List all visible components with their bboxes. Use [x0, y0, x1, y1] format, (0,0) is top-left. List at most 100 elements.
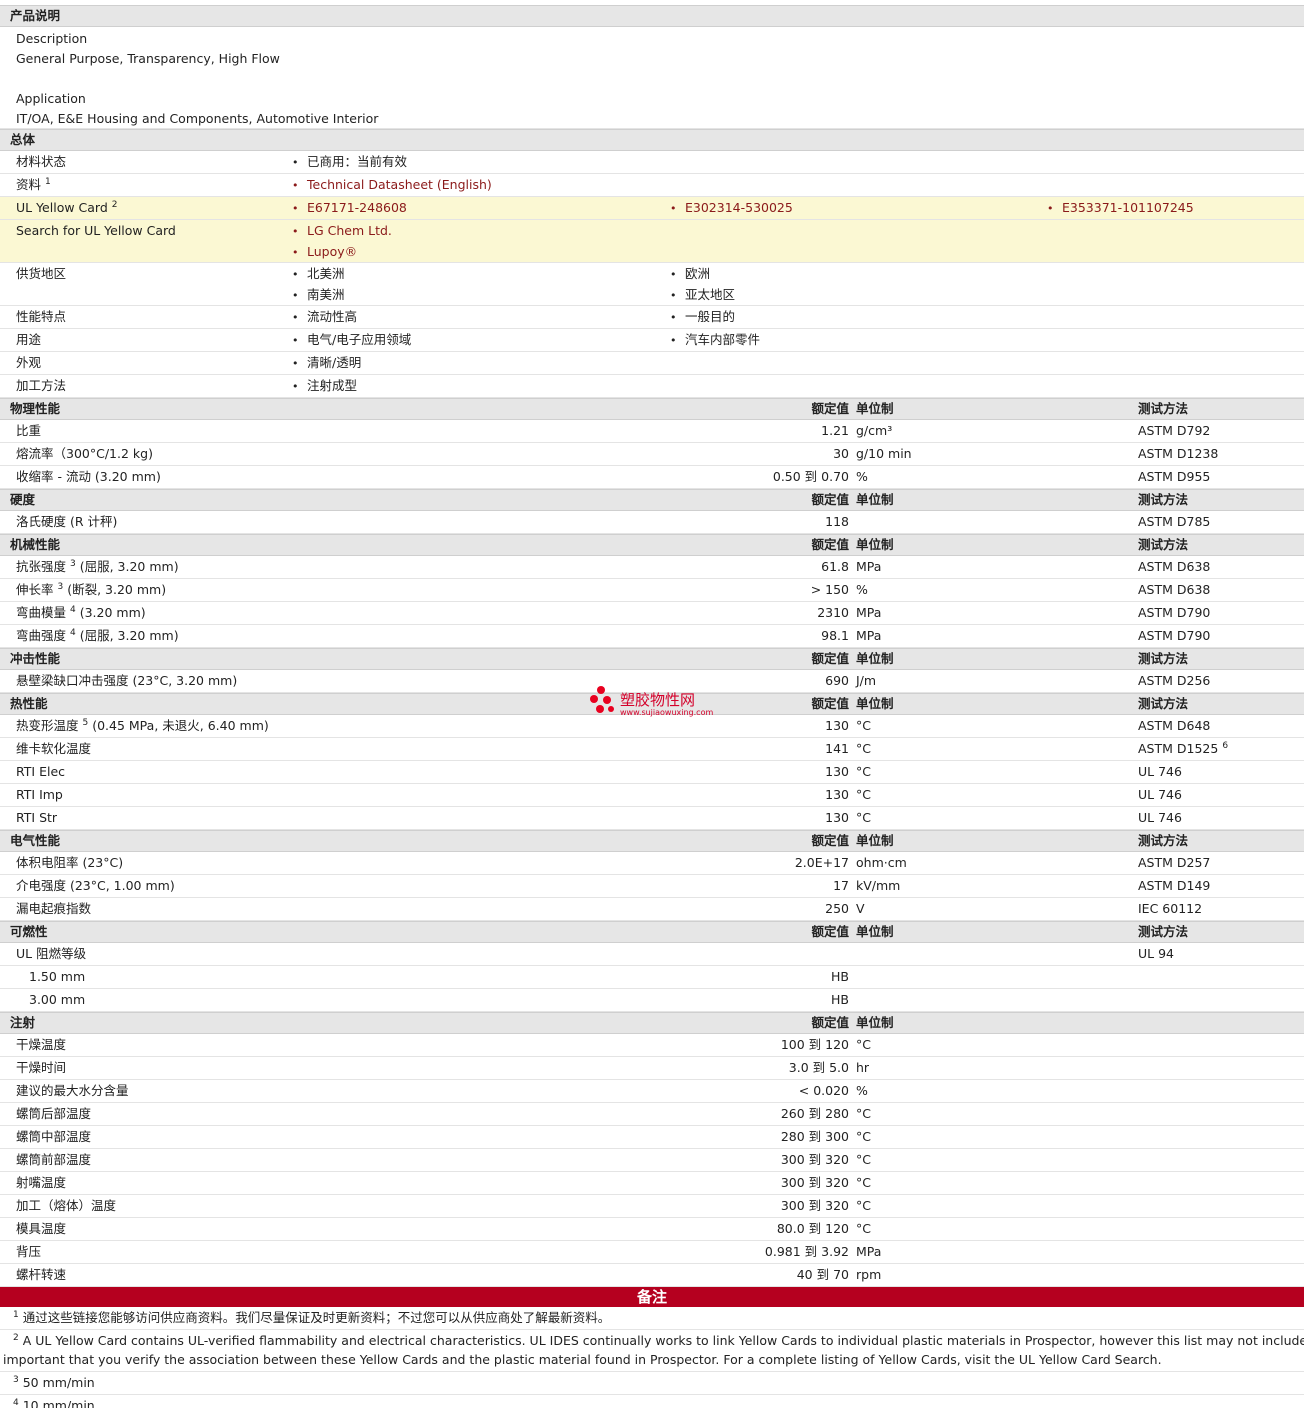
header-test: 测试方法: [1138, 537, 1189, 552]
header-nominal: 额定值: [811, 492, 849, 507]
property-value: 0.981 到 3.92: [764, 1244, 849, 1259]
property-condition: (屈服, 3.20 mm): [79, 628, 179, 643]
feature-item: 流动性高: [292, 309, 357, 324]
property-value: 118: [825, 514, 849, 529]
section-title: 总体: [10, 132, 36, 147]
property-test: ASTM D256: [1138, 673, 1211, 688]
feature-item: 一般目的: [670, 309, 735, 324]
datasheet-page: 产品说明 Description General Purpose, Transp…: [0, 0, 1304, 1408]
property-unit: °C: [856, 764, 871, 779]
property-label: 背压: [16, 1244, 42, 1259]
header-unit: 单位制: [856, 492, 894, 507]
footnote-text: 50 mm/min: [22, 1375, 95, 1390]
property-value: < 0.020: [798, 1083, 849, 1098]
header-unit: 单位制: [856, 833, 894, 848]
property-row: 螺筒后部温度 260 到 280 °C: [0, 1103, 1304, 1126]
property-label: 加工（熔体）温度: [16, 1198, 117, 1213]
section-title: 产品说明: [10, 8, 61, 23]
property-unit: g/10 min: [856, 446, 912, 461]
ul-card-link[interactable]: E302314-530025: [670, 200, 793, 215]
property-row: 维卡软化温度 141 °C ASTM D1525 6: [0, 738, 1304, 761]
technical-datasheet-link[interactable]: Technical Datasheet (English): [292, 177, 492, 192]
property-row: 建议的最大水分含量 < 0.020%: [0, 1080, 1304, 1103]
footnote: 3 50 mm/min: [0, 1372, 1304, 1395]
footnote-ref: 3: [70, 558, 76, 569]
property-value: 260 到 280: [780, 1106, 849, 1121]
property-condition: (3.20 mm): [79, 605, 146, 620]
ul-card-link[interactable]: E353371-101107245: [1047, 200, 1194, 215]
row-appearance: 外观 清晰/透明: [0, 352, 1304, 375]
row-label: 材料状态: [16, 154, 67, 169]
property-label: UL 阻燃等级: [16, 946, 87, 961]
property-test: IEC 60112: [1138, 901, 1203, 916]
property-value: 40 到 70: [796, 1267, 849, 1282]
ul-card-link[interactable]: E67171-248608: [292, 200, 407, 215]
row-label: 用途: [16, 332, 42, 347]
property-unit: rpm: [856, 1267, 882, 1282]
watermark-logo: 塑胶物性网 www.sujiaowuxing.com: [590, 686, 730, 722]
property-unit: %: [856, 469, 868, 484]
property-test: UL 746: [1138, 787, 1182, 802]
supplier-link[interactable]: LG Chem Ltd.: [292, 221, 392, 242]
property-test: UL 746: [1138, 810, 1182, 825]
footnote-ref: 4: [70, 604, 76, 615]
section-hardness: 硬度 额定值 单位制 测试方法: [0, 489, 1304, 511]
property-test: ASTM D785: [1138, 514, 1211, 529]
use-item: 电气/电子应用领域: [292, 332, 411, 347]
property-row: 模具温度 80.0 到 120 °C: [0, 1218, 1304, 1241]
section-title: 注射: [10, 1015, 36, 1030]
section-physical: 物理性能 额定值 单位制 测试方法: [0, 398, 1304, 420]
header-unit: 单位制: [856, 401, 894, 416]
row-label: 资料: [16, 177, 42, 192]
footnote: 1 通过这些链接您能够访问供应商资料。我们尽量保证及时更新资料；不过您可以从供应…: [0, 1307, 1304, 1330]
brand-link[interactable]: Lupoy®: [292, 242, 392, 263]
region-item: 欧洲: [670, 264, 735, 285]
appearance-item: 清晰/透明: [292, 355, 361, 370]
description-value: General Purpose, Transparency, High Flow: [16, 51, 280, 66]
property-label: 维卡软化温度: [16, 741, 92, 756]
property-label: 弯曲模量: [16, 605, 67, 620]
property-label: 螺杆转速: [16, 1267, 67, 1282]
property-unit: MPa: [856, 1244, 882, 1259]
header-test: 测试方法: [1138, 492, 1189, 507]
footnote-ref: 2: [111, 199, 118, 210]
property-value: 2.0E+17: [794, 855, 849, 870]
property-test: ASTM D1238: [1138, 446, 1219, 461]
property-value: 300 到 320: [780, 1152, 849, 1167]
property-label: 漏电起痕指数: [16, 901, 92, 916]
row-label: Search for UL Yellow Card: [16, 223, 176, 238]
watermark-url: www.sujiaowuxing.com: [620, 708, 714, 717]
material-status-value: 已商用：当前有效: [292, 154, 407, 169]
property-row: RTI Str 130 °C UL 746: [0, 807, 1304, 830]
footnote-text: 通过这些链接您能够访问供应商资料。我们尽量保证及时更新资料；不过您可以从供应商处…: [22, 1310, 611, 1325]
property-row: 弯曲强度 4 (屈服, 3.20 mm) 98.1 MPa ASTM D790: [0, 625, 1304, 648]
section-mechanical: 机械性能 额定值 单位制 测试方法: [0, 534, 1304, 556]
property-test: ASTM D1525: [1138, 741, 1219, 756]
property-row: 螺杆转速 40 到 70 rpm: [0, 1264, 1304, 1287]
header-test: 测试方法: [1138, 833, 1189, 848]
row-ul-yellow-card: UL Yellow Card 2 E67171-248608 E302314-5…: [0, 197, 1304, 220]
region-item: 北美洲: [292, 264, 345, 285]
property-test: ASTM D257: [1138, 855, 1211, 870]
property-row: 干燥温度 100 到 120 °C: [0, 1034, 1304, 1057]
row-supply-region: 供货地区 北美洲 南美洲 欧洲 亚太地区: [0, 263, 1304, 306]
property-unit: kV/mm: [856, 878, 901, 893]
property-label: 3.00 mm: [29, 992, 86, 1007]
property-unit: ohm·cm: [856, 855, 907, 870]
header-unit: 单位制: [856, 924, 894, 939]
property-value: 130: [825, 810, 849, 825]
property-unit: °C: [856, 1106, 871, 1121]
property-row: 1.50 mm HB: [0, 966, 1304, 989]
property-unit: g/cm³: [856, 423, 893, 438]
row-label: 供货地区: [16, 266, 67, 281]
property-unit: °C: [856, 1037, 871, 1052]
property-value: 3.0 到 5.0: [788, 1060, 849, 1075]
property-test: ASTM D792: [1138, 423, 1211, 438]
section-title: 可燃性: [10, 924, 48, 939]
property-label: 螺筒前部温度: [16, 1152, 92, 1167]
property-value: 98.1: [821, 628, 849, 643]
property-unit: °C: [856, 741, 871, 756]
header-test: 测试方法: [1138, 651, 1189, 666]
property-test: ASTM D790: [1138, 628, 1211, 643]
header-test: 测试方法: [1138, 924, 1189, 939]
